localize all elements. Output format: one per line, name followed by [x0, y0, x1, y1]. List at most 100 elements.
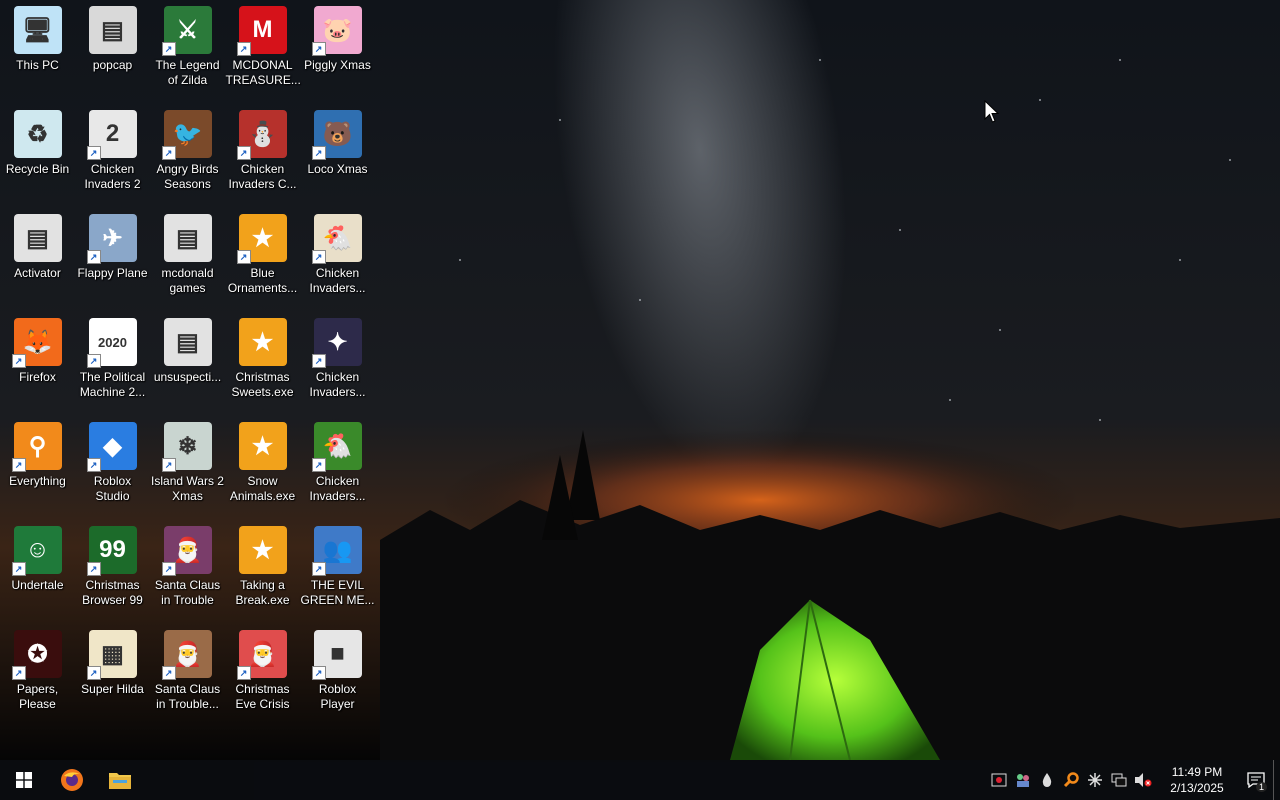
network-icon[interactable]	[1107, 760, 1131, 800]
desktop-icon[interactable]: 🎅 ↗ Santa Claus in Trouble...	[150, 626, 225, 730]
shortcut-arrow-icon: ↗	[161, 562, 176, 576]
desktop-icon[interactable]: ★ Taking a Break.exe	[225, 522, 300, 626]
desktop-icon-image: ★	[238, 318, 287, 366]
desktop-icon-image: ⛄ ↗	[236, 110, 287, 160]
volume-muted-icon[interactable]	[1131, 760, 1155, 800]
people-app-icon[interactable]	[1011, 760, 1035, 800]
desktop-icon[interactable]: 🎅 ↗ Santa Claus in Trouble	[150, 522, 225, 626]
desktop-icon-image: ★ ↗	[236, 214, 287, 264]
shortcut-arrow-icon: ↗	[86, 250, 101, 264]
firefox-taskbar-button[interactable]	[48, 760, 96, 800]
desktop-icon[interactable]: 🐷 ↗ Piggly Xmas	[300, 2, 375, 106]
desktop-icon[interactable]: 2020 ↗ The Political Machine 2...	[75, 314, 150, 418]
shortcut-arrow-icon: ↗	[236, 666, 251, 680]
desktop-icon-image: 👥 ↗	[311, 526, 362, 576]
desktop-icon-image: 2 ↗	[86, 110, 137, 160]
shield-app-icon[interactable]	[987, 760, 1011, 800]
desktop-icon-image: 🎅 ↗	[236, 630, 287, 680]
desktop-icon[interactable]: ▤ mcdonald games	[150, 210, 225, 314]
desktop-icon[interactable]: 🖥 This PC	[0, 2, 75, 106]
desktop-icon[interactable]: 🐦 ↗ Angry Birds Seasons	[150, 106, 225, 210]
desktop-icon-image: ♻	[13, 110, 62, 158]
desktop-icon-image: ▤	[13, 214, 62, 262]
shortcut-arrow-icon: ↗	[236, 42, 251, 56]
desktop-icon[interactable]: ★ Snow Animals.exe	[225, 418, 300, 522]
desktop-icon[interactable]: 🐔 ↗ Chicken Invaders...	[300, 210, 375, 314]
desktop-icon-label: Snow Animals.exe	[229, 474, 296, 503]
shortcut-arrow-icon: ↗	[311, 42, 326, 56]
desktop-icon[interactable]: 👥 ↗ THE EVIL GREEN ME...	[300, 522, 375, 626]
desktop-icon-label: The Political Machine 2...	[79, 370, 146, 399]
desktop-icon-label: Roblox Studio	[93, 474, 132, 503]
desktop-icon[interactable]: ★ Christmas Sweets.exe	[225, 314, 300, 418]
action-center-button[interactable]: 1	[1239, 760, 1273, 800]
desktop-icon-label: This PC	[16, 58, 59, 72]
desktop-icon[interactable]: ▤ unsuspecti...	[150, 314, 225, 418]
desktop-icon-image: 2020 ↗	[86, 318, 137, 368]
desktop-icon[interactable]: ♻ Recycle Bin	[0, 106, 75, 210]
desktop-icon[interactable]: ❄ ↗ Island Wars 2 Xmas	[150, 418, 225, 522]
desktop-icon[interactable]: 🎅 ↗ Christmas Eve Crisis	[225, 626, 300, 730]
desktop-icon[interactable]: ✪ ↗ Papers, Please	[0, 626, 75, 730]
shortcut-arrow-icon: ↗	[86, 458, 101, 472]
desktop-icon-label: Christmas Sweets.exe	[231, 370, 294, 399]
desktop-icon-image: 99 ↗	[86, 526, 137, 576]
mouse-cursor-icon	[984, 99, 1000, 129]
desktop-icon-image: ★	[238, 526, 287, 574]
desktop-icon[interactable]: M ↗ MCDONAL TREASURE...	[225, 2, 301, 106]
shortcut-arrow-icon: ↗	[311, 562, 326, 576]
desktop-icon[interactable]: ⚲ ↗ Everything	[0, 418, 75, 522]
desktop-icon-label: MCDONAL TREASURE...	[225, 58, 301, 87]
start-button[interactable]	[0, 760, 48, 800]
desktop-icon[interactable]: 🐔 ↗ Chicken Invaders...	[300, 418, 375, 522]
search-orange-icon[interactable]	[1059, 760, 1083, 800]
desktop-icon[interactable]: ⚔ ↗ The Legend of Zilda	[150, 2, 225, 106]
desktop-icon-label: Recycle Bin	[5, 162, 70, 176]
show-desktop-button[interactable]	[1273, 760, 1280, 800]
desktop-icon-label: Everything	[9, 474, 66, 488]
taskbar-clock[interactable]: 11:49 PM 2/13/2025	[1161, 764, 1233, 796]
desktop-icon-image: ❄ ↗	[161, 422, 212, 472]
desktop-icon[interactable]: ◆ ↗ Roblox Studio	[75, 418, 150, 522]
clock-date: 2/13/2025	[1170, 781, 1224, 795]
shortcut-arrow-icon: ↗	[311, 146, 326, 160]
desktop-icon[interactable]: ✈ ↗ Flappy Plane	[75, 210, 150, 314]
asterisk-icon[interactable]	[1083, 760, 1107, 800]
desktop-icon-image: ▤	[163, 318, 212, 366]
shortcut-arrow-icon: ↗	[11, 562, 26, 576]
desktop-icon-image: ▤	[163, 214, 212, 262]
shortcut-arrow-icon: ↗	[161, 42, 176, 56]
desktop-icon-label: Firefox	[19, 370, 56, 384]
shortcut-arrow-icon: ↗	[311, 666, 326, 680]
desktop-icon[interactable]: 2 ↗ Chicken Invaders 2	[75, 106, 150, 210]
desktop-icon-image: ★	[238, 422, 287, 470]
desktop-icon[interactable]: ☺ ↗ Undertale	[0, 522, 75, 626]
desktop-icon-image: M ↗	[236, 6, 287, 56]
desktop-icon[interactable]: ▤ Activator	[0, 210, 75, 314]
shortcut-arrow-icon: ↗	[86, 354, 101, 368]
shortcut-arrow-icon: ↗	[161, 458, 176, 472]
desktop-icon[interactable]: 🐻 ↗ Loco Xmas	[300, 106, 375, 210]
desktop-icon[interactable]: ■ ↗ Roblox Player	[300, 626, 375, 730]
desktop-icon-image: 🎅 ↗	[161, 630, 212, 680]
desktop-icon[interactable]: ★ ↗ Blue Ornaments...	[225, 210, 300, 314]
desktop-icon-image: ▤	[88, 6, 137, 54]
desktop-icon[interactable]: ▤ popcap	[75, 2, 150, 106]
desktop-icon[interactable]: 99 ↗ Christmas Browser 99	[75, 522, 150, 626]
desktop-icon-image: ⚔ ↗	[161, 6, 212, 56]
desktop-icon-label: Activator	[14, 266, 61, 280]
file-explorer-taskbar-button[interactable]	[96, 760, 144, 800]
desktop-icon-label: Chicken Invaders C...	[228, 162, 297, 191]
desktop-icon-label: Papers, Please	[16, 682, 59, 711]
shortcut-arrow-icon: ↗	[161, 146, 176, 160]
desktop-icon-image: ■ ↗	[311, 630, 362, 680]
desktop-icon[interactable]: ✦ ↗ Chicken Invaders...	[300, 314, 375, 418]
drop-icon[interactable]	[1035, 760, 1059, 800]
desktop-icon-image: 🐦 ↗	[161, 110, 212, 160]
desktop-icon[interactable]: 🦊 ↗ Firefox	[0, 314, 75, 418]
folder-icon	[109, 773, 131, 789]
desktop-icon[interactable]: ▦ ↗ Super Hilda	[75, 626, 150, 730]
desktop-icon-label: mcdonald games	[161, 266, 214, 295]
desktop-icon[interactable]: ⛄ ↗ Chicken Invaders C...	[225, 106, 300, 210]
desktop-icon-image: 🐔 ↗	[311, 214, 362, 264]
